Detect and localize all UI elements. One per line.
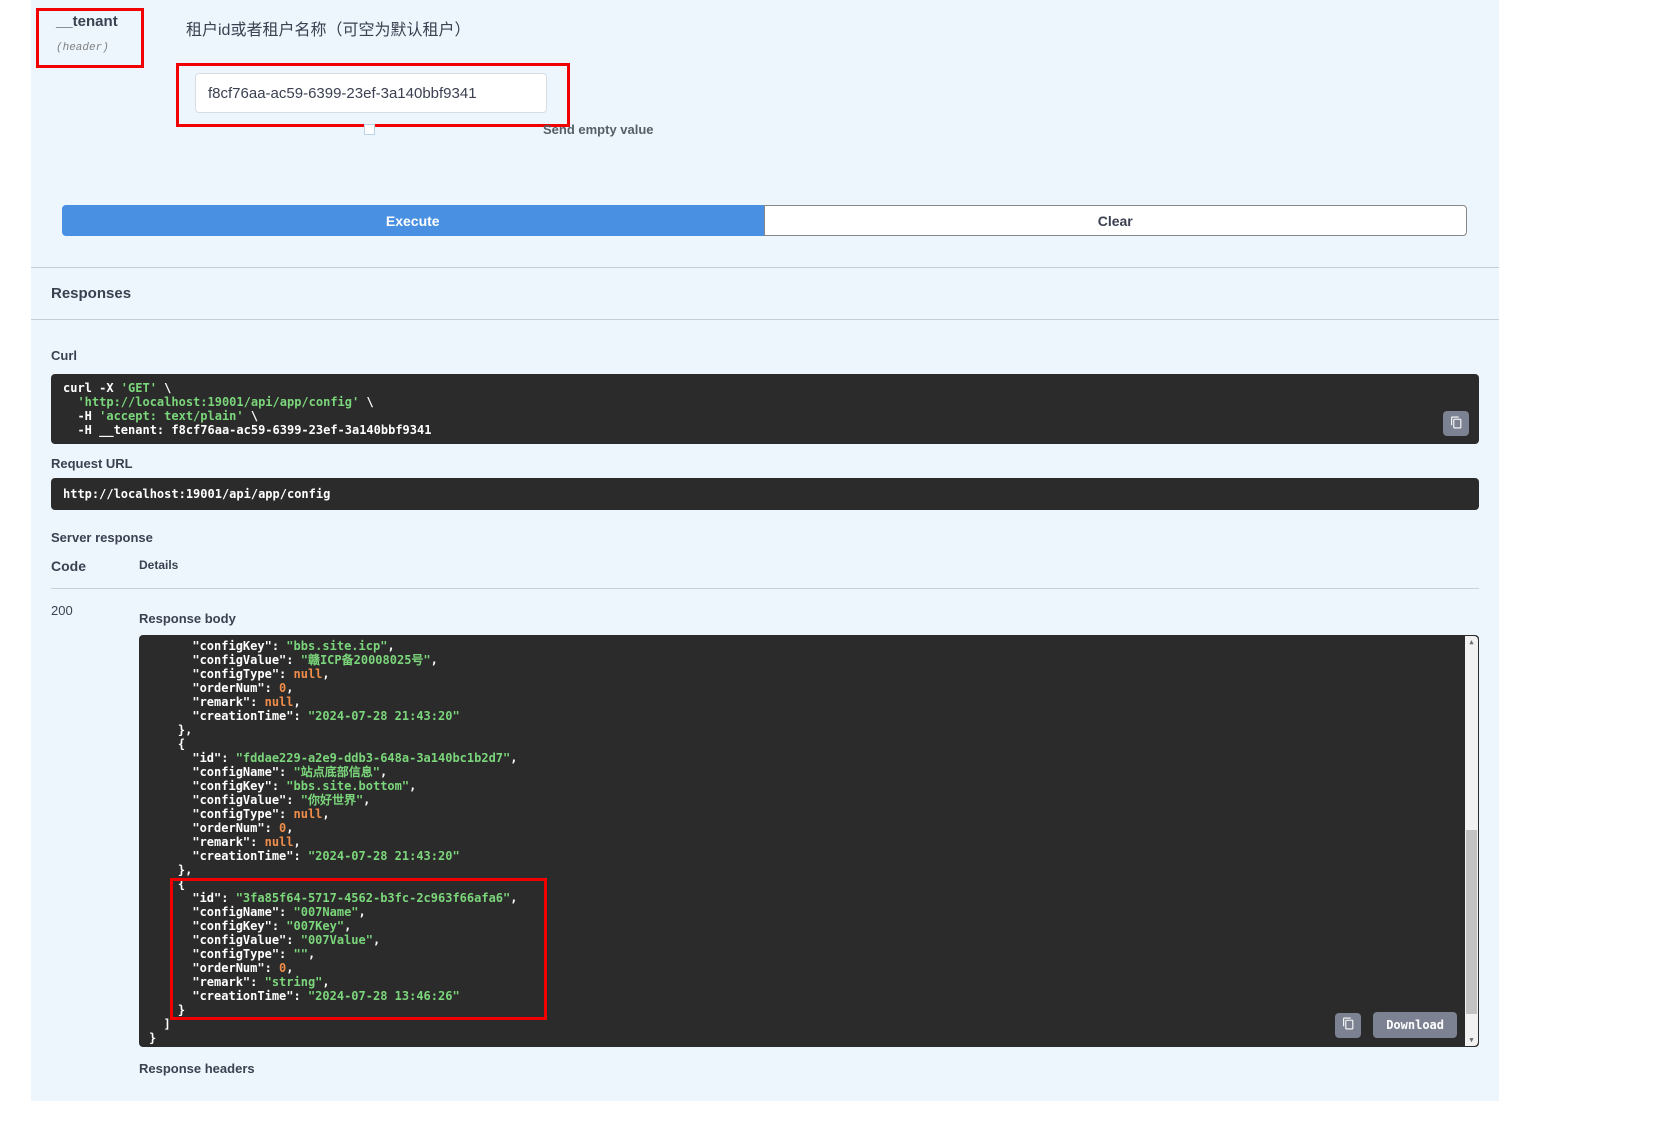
code-column-header: Code bbox=[51, 558, 139, 574]
clipboard-icon bbox=[1450, 416, 1463, 432]
annotation-red-box-input bbox=[176, 63, 570, 127]
status-code: 200 bbox=[51, 603, 139, 1077]
scroll-down-icon[interactable]: ▼ bbox=[1465, 1034, 1478, 1046]
parameter-name-cell: __tenant (header) bbox=[56, 14, 186, 137]
curl-label: Curl bbox=[51, 348, 1479, 364]
parameter-location: (header) bbox=[56, 42, 186, 54]
response-body-actions: Download bbox=[1335, 1012, 1457, 1038]
scroll-up-icon[interactable]: ▲ bbox=[1465, 636, 1478, 648]
response-table-header: Code Details bbox=[51, 558, 1479, 589]
clipboard-icon bbox=[1342, 1017, 1355, 1033]
response-body-json: "configKey": "bbs.site.icp", "configValu… bbox=[149, 639, 1455, 1045]
clear-button[interactable]: Clear bbox=[764, 205, 1468, 236]
response-body-scrollbar[interactable]: ▲ ▼ bbox=[1465, 636, 1478, 1046]
copy-curl-button[interactable] bbox=[1443, 411, 1469, 436]
scrollbar-thumb[interactable] bbox=[1466, 830, 1477, 1014]
execute-button[interactable]: Execute bbox=[62, 205, 764, 236]
details-column-header: Details bbox=[139, 558, 1479, 574]
curl-command-text: curl -X 'GET' \ 'http://localhost:19001/… bbox=[63, 381, 1435, 437]
parameter-row: __tenant (header) 租户id或者租户名称（可空为默认租户） Se… bbox=[31, 0, 1499, 137]
send-empty-checkbox[interactable] bbox=[364, 124, 375, 135]
server-response-table: Code Details 200 Response body "configKe… bbox=[51, 558, 1479, 1077]
parameter-value-cell: 租户id或者租户名称（可空为默认租户） Send empty value bbox=[186, 14, 1479, 137]
response-headers-label: Response headers bbox=[139, 1061, 1479, 1077]
response-body-label: Response body bbox=[139, 611, 1479, 627]
server-response-label: Server response bbox=[51, 530, 1479, 546]
request-url-block: http://localhost:19001/api/app/config bbox=[51, 478, 1479, 510]
copy-response-button[interactable] bbox=[1335, 1013, 1361, 1038]
responses-section: Curl curl -X 'GET' \ 'http://localhost:1… bbox=[31, 320, 1499, 1101]
response-body-block: "configKey": "bbs.site.icp", "configValu… bbox=[139, 635, 1479, 1047]
parameter-name: __tenant bbox=[56, 14, 186, 29]
swagger-page: __tenant (header) 租户id或者租户名称（可空为默认租户） Se… bbox=[0, 0, 1667, 1140]
request-url-label: Request URL bbox=[51, 456, 1479, 472]
send-empty-label: Send empty value bbox=[543, 122, 654, 137]
execute-wrapper: Execute Clear bbox=[62, 205, 1467, 236]
response-details-cell: Response body "configKey": "bbs.site.icp… bbox=[139, 603, 1479, 1077]
parameters-section: __tenant (header) 租户id或者租户名称（可空为默认租户） Se… bbox=[31, 0, 1499, 236]
opblock-body: __tenant (header) 租户id或者租户名称（可空为默认租户） Se… bbox=[31, 0, 1499, 1101]
tenant-value-input[interactable] bbox=[195, 73, 547, 113]
response-row: 200 Response body "configKey": "bbs.site… bbox=[51, 589, 1479, 1077]
download-button[interactable]: Download bbox=[1373, 1012, 1457, 1038]
parameter-description: 租户id或者租户名称（可空为默认租户） bbox=[186, 14, 1479, 42]
curl-command-block: curl -X 'GET' \ 'http://localhost:19001/… bbox=[51, 374, 1479, 444]
responses-section-title: Responses bbox=[31, 267, 1499, 320]
request-url-value: http://localhost:19001/api/app/config bbox=[63, 487, 330, 501]
